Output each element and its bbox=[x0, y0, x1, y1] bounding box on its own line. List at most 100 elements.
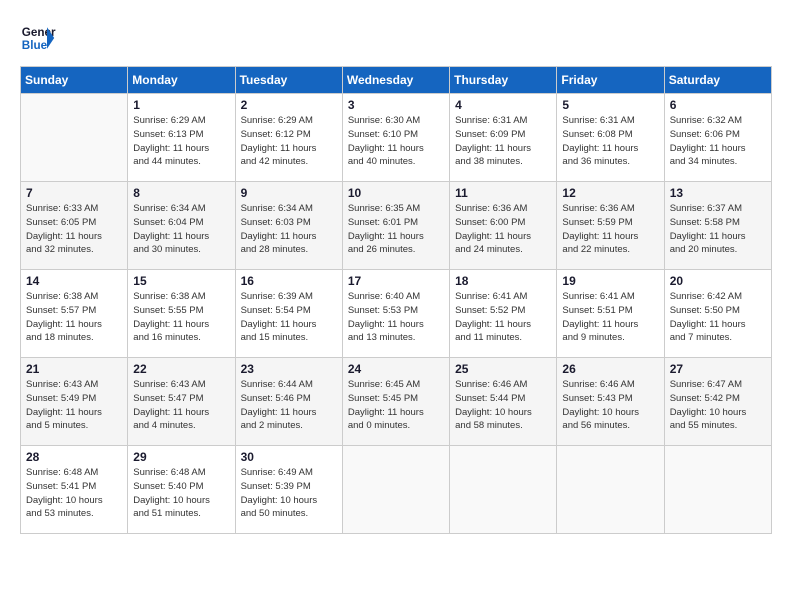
day-number: 6 bbox=[670, 98, 766, 112]
calendar-cell: 27Sunrise: 6:47 AM Sunset: 5:42 PM Dayli… bbox=[664, 358, 771, 446]
day-number: 9 bbox=[241, 186, 337, 200]
day-number: 26 bbox=[562, 362, 658, 376]
day-header-friday: Friday bbox=[557, 67, 664, 94]
day-number: 25 bbox=[455, 362, 551, 376]
calendar-cell: 29 Sunrise: 6:48 AM Sunset: 5:40 PM Dayli… bbox=[128, 446, 235, 534]
calendar-cell: 1 Sunrise: 6:29 AM Sunset: 6:13 PM Daylig… bbox=[128, 94, 235, 182]
day-number: 24 bbox=[348, 362, 444, 376]
calendar-cell: 6 Sunrise: 6:32 AM Sunset: 6:06 PM Daylig… bbox=[664, 94, 771, 182]
logo-icon: General Blue bbox=[20, 20, 56, 56]
day-info: Sunrise: 6:49 AM Sunset: 5:39 PM Dayligh… bbox=[241, 466, 337, 521]
calendar-cell: 15 Sunrise: 6:38 AM Sunset: 5:55 PM Dayli… bbox=[128, 270, 235, 358]
day-info: Sunrise: 6:46 AM Sunset: 5:43 PM Dayligh… bbox=[562, 378, 658, 433]
calendar-cell: 17Sunrise: 6:40 AM Sunset: 5:53 PM Dayli… bbox=[342, 270, 449, 358]
day-info: Sunrise: 6:44 AM Sunset: 5:46 PM Dayligh… bbox=[241, 378, 337, 433]
day-info: Sunrise: 6:36 AM Sunset: 5:59 PM Dayligh… bbox=[562, 202, 658, 257]
calendar-cell: 24 Sunrise: 6:45 AM Sunset: 5:45 PM Dayli… bbox=[342, 358, 449, 446]
day-number: 29 bbox=[133, 450, 229, 464]
day-info: Sunrise: 6:43 AM Sunset: 5:49 PM Dayligh… bbox=[26, 378, 122, 433]
day-info: Sunrise: 6:43 AM Sunset: 5:47 PM Dayligh… bbox=[133, 378, 229, 433]
calendar-cell: 10 Sunrise: 6:35 AM Sunset: 6:01 PM Dayli… bbox=[342, 182, 449, 270]
calendar-week-row: 21Sunrise: 6:43 AM Sunset: 5:49 PM Dayli… bbox=[21, 358, 772, 446]
calendar-cell: 21Sunrise: 6:43 AM Sunset: 5:49 PM Dayli… bbox=[21, 358, 128, 446]
day-number: 10 bbox=[348, 186, 444, 200]
day-info: Sunrise: 6:30 AM Sunset: 6:10 PM Dayligh… bbox=[348, 114, 444, 169]
calendar-cell: 22 Sunrise: 6:43 AM Sunset: 5:47 PM Dayli… bbox=[128, 358, 235, 446]
calendar-week-row: 7Sunrise: 6:33 AM Sunset: 6:05 PM Daylig… bbox=[21, 182, 772, 270]
day-number: 11 bbox=[455, 186, 551, 200]
calendar-table: SundayMondayTuesdayWednesdayThursdayFrid… bbox=[20, 66, 772, 534]
day-info: Sunrise: 6:36 AM Sunset: 6:00 PM Dayligh… bbox=[455, 202, 551, 257]
day-info: Sunrise: 6:41 AM Sunset: 5:52 PM Dayligh… bbox=[455, 290, 551, 345]
day-info: Sunrise: 6:46 AM Sunset: 5:44 PM Dayligh… bbox=[455, 378, 551, 433]
calendar-week-row: 1 Sunrise: 6:29 AM Sunset: 6:13 PM Daylig… bbox=[21, 94, 772, 182]
day-info: Sunrise: 6:33 AM Sunset: 6:05 PM Dayligh… bbox=[26, 202, 122, 257]
day-info: Sunrise: 6:38 AM Sunset: 5:57 PM Dayligh… bbox=[26, 290, 122, 345]
calendar-cell: 11 Sunrise: 6:36 AM Sunset: 6:00 PM Dayli… bbox=[450, 182, 557, 270]
calendar-cell: 16 Sunrise: 6:39 AM Sunset: 5:54 PM Dayli… bbox=[235, 270, 342, 358]
calendar-cell: 13 Sunrise: 6:37 AM Sunset: 5:58 PM Dayli… bbox=[664, 182, 771, 270]
day-info: Sunrise: 6:42 AM Sunset: 5:50 PM Dayligh… bbox=[670, 290, 766, 345]
day-number: 3 bbox=[348, 98, 444, 112]
calendar-cell bbox=[342, 446, 449, 534]
day-info: Sunrise: 6:48 AM Sunset: 5:40 PM Dayligh… bbox=[133, 466, 229, 521]
calendar-cell: 23Sunrise: 6:44 AM Sunset: 5:46 PM Dayli… bbox=[235, 358, 342, 446]
day-info: Sunrise: 6:31 AM Sunset: 6:08 PM Dayligh… bbox=[562, 114, 658, 169]
calendar-cell: 4 Sunrise: 6:31 AM Sunset: 6:09 PM Daylig… bbox=[450, 94, 557, 182]
day-header-monday: Monday bbox=[128, 67, 235, 94]
calendar-cell: 9 Sunrise: 6:34 AM Sunset: 6:03 PM Daylig… bbox=[235, 182, 342, 270]
calendar-week-row: 28Sunrise: 6:48 AM Sunset: 5:41 PM Dayli… bbox=[21, 446, 772, 534]
day-number: 15 bbox=[133, 274, 229, 288]
day-header-tuesday: Tuesday bbox=[235, 67, 342, 94]
day-info: Sunrise: 6:32 AM Sunset: 6:06 PM Dayligh… bbox=[670, 114, 766, 169]
day-info: Sunrise: 6:35 AM Sunset: 6:01 PM Dayligh… bbox=[348, 202, 444, 257]
calendar-cell: 19Sunrise: 6:41 AM Sunset: 5:51 PM Dayli… bbox=[557, 270, 664, 358]
day-info: Sunrise: 6:29 AM Sunset: 6:12 PM Dayligh… bbox=[241, 114, 337, 169]
day-info: Sunrise: 6:34 AM Sunset: 6:03 PM Dayligh… bbox=[241, 202, 337, 257]
day-number: 8 bbox=[133, 186, 229, 200]
calendar-header-row: SundayMondayTuesdayWednesdayThursdayFrid… bbox=[21, 67, 772, 94]
day-number: 2 bbox=[241, 98, 337, 112]
calendar-week-row: 14 Sunrise: 6:38 AM Sunset: 5:57 PM Dayli… bbox=[21, 270, 772, 358]
day-info: Sunrise: 6:45 AM Sunset: 5:45 PM Dayligh… bbox=[348, 378, 444, 433]
day-number: 17 bbox=[348, 274, 444, 288]
day-info: Sunrise: 6:37 AM Sunset: 5:58 PM Dayligh… bbox=[670, 202, 766, 257]
day-header-sunday: Sunday bbox=[21, 67, 128, 94]
day-number: 4 bbox=[455, 98, 551, 112]
calendar-cell: 28Sunrise: 6:48 AM Sunset: 5:41 PM Dayli… bbox=[21, 446, 128, 534]
day-number: 22 bbox=[133, 362, 229, 376]
day-header-saturday: Saturday bbox=[664, 67, 771, 94]
calendar-cell: 25 Sunrise: 6:46 AM Sunset: 5:44 PM Dayli… bbox=[450, 358, 557, 446]
day-number: 18 bbox=[455, 274, 551, 288]
day-info: Sunrise: 6:34 AM Sunset: 6:04 PM Dayligh… bbox=[133, 202, 229, 257]
calendar-cell: 3 Sunrise: 6:30 AM Sunset: 6:10 PM Daylig… bbox=[342, 94, 449, 182]
calendar-cell: 14 Sunrise: 6:38 AM Sunset: 5:57 PM Dayli… bbox=[21, 270, 128, 358]
calendar-cell: 2 Sunrise: 6:29 AM Sunset: 6:12 PM Daylig… bbox=[235, 94, 342, 182]
calendar-cell: 26 Sunrise: 6:46 AM Sunset: 5:43 PM Dayli… bbox=[557, 358, 664, 446]
calendar-cell bbox=[557, 446, 664, 534]
day-info: Sunrise: 6:47 AM Sunset: 5:42 PM Dayligh… bbox=[670, 378, 766, 433]
calendar-cell: 5 Sunrise: 6:31 AM Sunset: 6:08 PM Daylig… bbox=[557, 94, 664, 182]
day-number: 28 bbox=[26, 450, 122, 464]
day-header-thursday: Thursday bbox=[450, 67, 557, 94]
day-number: 1 bbox=[133, 98, 229, 112]
calendar-cell: 30Sunrise: 6:49 AM Sunset: 5:39 PM Dayli… bbox=[235, 446, 342, 534]
day-info: Sunrise: 6:38 AM Sunset: 5:55 PM Dayligh… bbox=[133, 290, 229, 345]
calendar-cell: 18 Sunrise: 6:41 AM Sunset: 5:52 PM Dayli… bbox=[450, 270, 557, 358]
day-number: 5 bbox=[562, 98, 658, 112]
day-number: 14 bbox=[26, 274, 122, 288]
day-number: 13 bbox=[670, 186, 766, 200]
day-number: 20 bbox=[670, 274, 766, 288]
day-info: Sunrise: 6:29 AM Sunset: 6:13 PM Dayligh… bbox=[133, 114, 229, 169]
day-info: Sunrise: 6:41 AM Sunset: 5:51 PM Dayligh… bbox=[562, 290, 658, 345]
calendar-cell: 20 Sunrise: 6:42 AM Sunset: 5:50 PM Dayli… bbox=[664, 270, 771, 358]
day-header-wednesday: Wednesday bbox=[342, 67, 449, 94]
day-number: 12 bbox=[562, 186, 658, 200]
calendar-cell bbox=[450, 446, 557, 534]
day-info: Sunrise: 6:39 AM Sunset: 5:54 PM Dayligh… bbox=[241, 290, 337, 345]
day-info: Sunrise: 6:31 AM Sunset: 6:09 PM Dayligh… bbox=[455, 114, 551, 169]
calendar-cell: 12 Sunrise: 6:36 AM Sunset: 5:59 PM Dayli… bbox=[557, 182, 664, 270]
calendar-cell: 7Sunrise: 6:33 AM Sunset: 6:05 PM Daylig… bbox=[21, 182, 128, 270]
calendar-cell: 8 Sunrise: 6:34 AM Sunset: 6:04 PM Daylig… bbox=[128, 182, 235, 270]
day-number: 16 bbox=[241, 274, 337, 288]
